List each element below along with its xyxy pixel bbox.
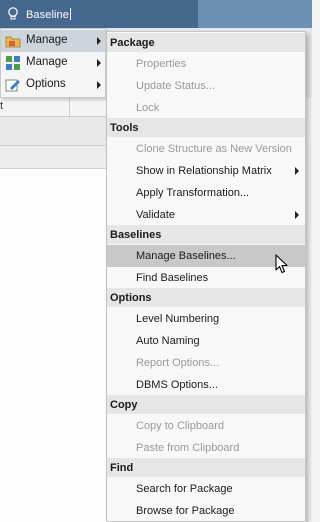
toolbar-band [0, 117, 106, 146]
menu-item-auto-naming[interactable]: Auto Naming [107, 330, 305, 352]
chevron-right-icon [97, 81, 101, 89]
column-divider [69, 98, 70, 116]
menu-item-options[interactable]: Options [1, 74, 105, 96]
chevron-right-icon [97, 59, 101, 67]
column-header: t [0, 98, 106, 117]
section-header-tools: Tools [107, 118, 305, 137]
menu-item-apply-transformation[interactable]: Apply Transformation... [107, 182, 305, 204]
chevron-right-icon [295, 167, 299, 175]
options-edit-icon [5, 79, 20, 92]
content-area [0, 169, 106, 522]
menu-item-browse-for-package[interactable]: Browse for Package [107, 500, 305, 522]
menu-item-level-numbering[interactable]: Level Numbering [107, 308, 305, 330]
package-submenu: Package Properties Update Status... Lock… [106, 31, 306, 522]
menu-item-search-for-package[interactable]: Search for Package [107, 478, 305, 500]
menu-item-update-status[interactable]: Update Status... [107, 75, 305, 97]
menu-item-copy-to-clipboard[interactable]: Copy to Clipboard [107, 415, 305, 437]
section-header-baselines: Baselines [107, 225, 305, 244]
section-header-package: Package [107, 33, 305, 52]
section-header-copy: Copy [107, 395, 305, 414]
lightbulb-icon [8, 7, 18, 20]
menu-item-clone-structure[interactable]: Clone Structure as New Version [107, 138, 305, 160]
menu-item-manage-package[interactable]: Manage [1, 30, 105, 52]
search-bar[interactable]: Baseline [0, 0, 198, 28]
section-header-options: Options [107, 288, 305, 307]
search-input[interactable]: Baseline [26, 8, 71, 21]
mouse-cursor-icon [275, 254, 288, 274]
menu-item-validate[interactable]: Validate [107, 204, 305, 226]
menu-item-show-in-relationship-matrix[interactable]: Show in Relationship Matrix [107, 160, 305, 182]
menu-item-manage-diagram[interactable]: Manage [1, 52, 105, 74]
context-menu: Manage Manage Options [0, 28, 106, 98]
menu-item-dbms-options[interactable]: DBMS Options... [107, 374, 305, 396]
menu-item-lock[interactable]: Lock [107, 97, 305, 119]
menu-item-report-options[interactable]: Report Options... [107, 352, 305, 374]
menu-item-paste-from-clipboard[interactable]: Paste from Clipboard [107, 437, 305, 459]
chevron-right-icon [97, 37, 101, 45]
section-header-find: Find [107, 458, 305, 477]
diagram-elements-icon [6, 56, 20, 70]
title-bar-region [198, 0, 312, 28]
toolbar-band-secondary [0, 146, 106, 169]
chevron-right-icon [295, 211, 299, 219]
package-folder-icon [5, 36, 21, 48]
menu-item-properties[interactable]: Properties [107, 53, 305, 75]
